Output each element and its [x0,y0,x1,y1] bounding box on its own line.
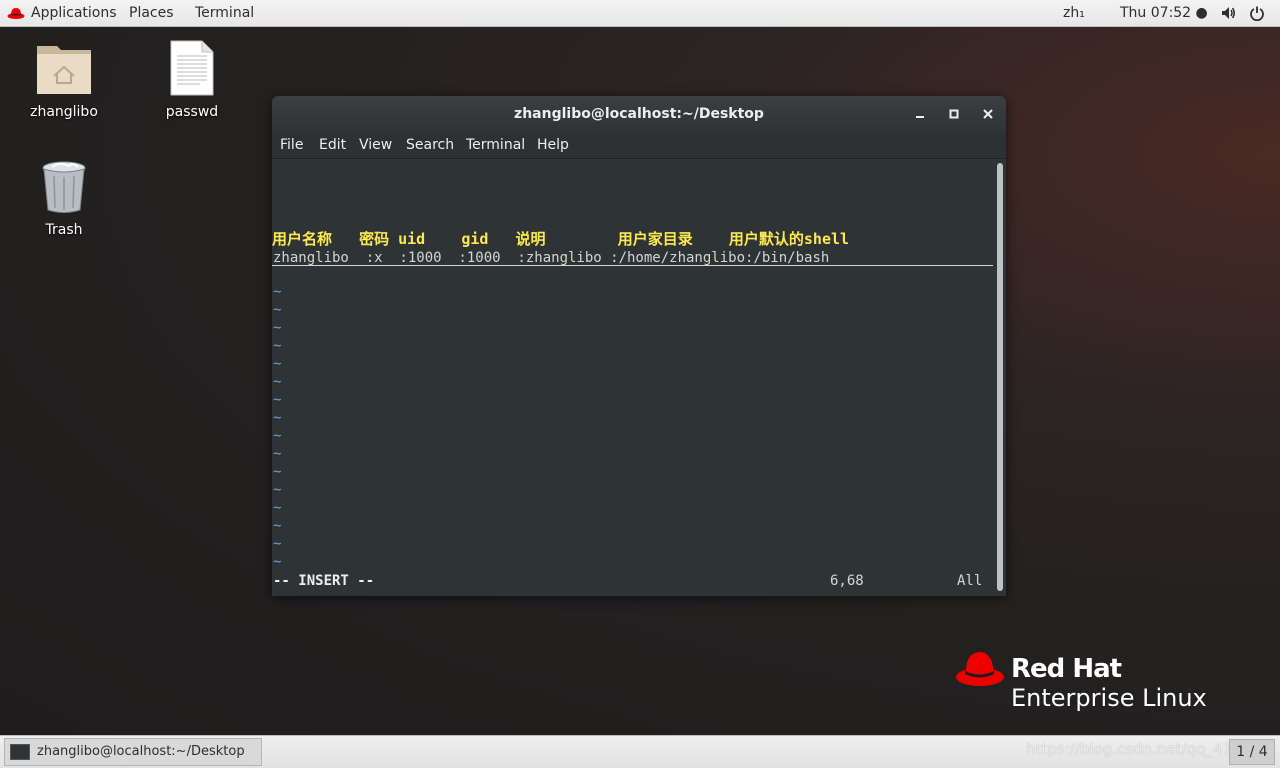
desktop-home-folder[interactable]: zhanglibo [14,40,114,120]
cursorline-underline [272,265,993,266]
vim-header-line: 用户名称 密码 uid gid 说明 用户家目录 用户默认的shell [272,230,850,248]
redhat-branding: Red Hat Enterprise Linux [955,650,1207,712]
clock[interactable]: Thu 07:52 ● [1120,4,1208,22]
text-file-icon [170,40,214,96]
desktop-label-trash: Trash [45,222,83,238]
desktop-passwd-file[interactable]: passwd [142,40,242,120]
power-icon[interactable] [1249,5,1265,21]
vim-scroll-indicator: All [957,573,983,589]
taskbar-terminal-button[interactable]: zhanglibo@localhost:~/Desktop [4,738,262,766]
vim-passwd-line: zhanglibo :x :1000 :1000 :zhanglibo :/ho… [273,250,830,266]
menu-file[interactable]: File [280,135,303,155]
vim-empty-line: ~ [273,464,282,480]
terminal-content[interactable]: 用户名称 密码 uid gid 说明 用户家目录 用户默认的shell zhan… [272,159,1006,596]
input-method-indicator[interactable]: zh₁ [1063,4,1085,22]
bottom-taskbar: zhanglibo@localhost:~/Desktop https://bl… [0,735,1280,768]
vim-empty-line: ~ [273,392,282,408]
terminal-scrollbar[interactable] [997,163,1003,591]
window-titlebar[interactable]: zhanglibo@localhost:~/Desktop [272,96,1006,132]
vim-empty-line: ~ [273,518,282,534]
applications-menu[interactable]: Applications [31,4,117,22]
vim-empty-line: ~ [273,410,282,426]
vim-empty-line: ~ [273,554,282,570]
vim-empty-line: ~ [273,356,282,372]
terminal-menu[interactable]: Terminal [195,4,254,22]
desktop-trash[interactable]: Trash [14,160,114,238]
brand-line2: Enterprise Linux [1011,684,1207,712]
vim-cursor-position: 6,68 [830,573,864,589]
volume-icon[interactable] [1220,5,1236,21]
vim-empty-line: ~ [273,302,282,318]
menu-help[interactable]: Help [537,135,569,155]
top-bar: Applications Places Terminal zh₁ Thu 07:… [0,0,1280,27]
desktop-label-passwd: passwd [165,104,219,120]
vim-empty-line: ~ [273,428,282,444]
taskbar-terminal-label: zhanglibo@localhost:~/Desktop [37,744,245,759]
terminal-app-icon [10,744,30,760]
redhat-logo-icon [7,8,25,19]
vim-empty-line: ~ [273,446,282,462]
redhat-hat-icon [956,652,1004,686]
vim-empty-line: ~ [273,284,282,300]
vim-empty-line: ~ [273,482,282,498]
desktop-label-home: zhanglibo [30,104,98,120]
menu-terminal[interactable]: Terminal [466,135,525,155]
home-folder-icon [37,46,91,94]
workspace-switcher[interactable]: 1 / 4 [1229,739,1275,765]
vim-empty-line: ~ [273,374,282,390]
vim-empty-line: ~ [273,500,282,516]
vim-mode-indicator: -- INSERT -- [273,573,375,589]
menu-search[interactable]: Search [406,135,454,155]
close-icon[interactable] [980,106,996,122]
vim-empty-line: ~ [273,536,282,552]
terminal-window[interactable]: zhanglibo@localhost:~/Desktop File Edit … [272,96,1006,596]
terminal-menubar: File Edit View Search Terminal Help [272,132,1006,159]
window-title: zhanglibo@localhost:~/Desktop [514,106,764,122]
vim-empty-line: ~ [273,338,282,354]
brand-line1: Red Hat [1011,654,1122,684]
places-menu[interactable]: Places [129,4,174,22]
vim-empty-line: ~ [273,320,282,336]
menu-edit[interactable]: Edit [319,135,346,155]
watermark-text: https://blog.csdn.net/qq_4163 [1026,740,1252,758]
maximize-icon[interactable] [946,106,962,122]
minimize-icon[interactable] [912,106,928,122]
menu-view[interactable]: View [359,135,392,155]
trash-icon [42,161,86,213]
